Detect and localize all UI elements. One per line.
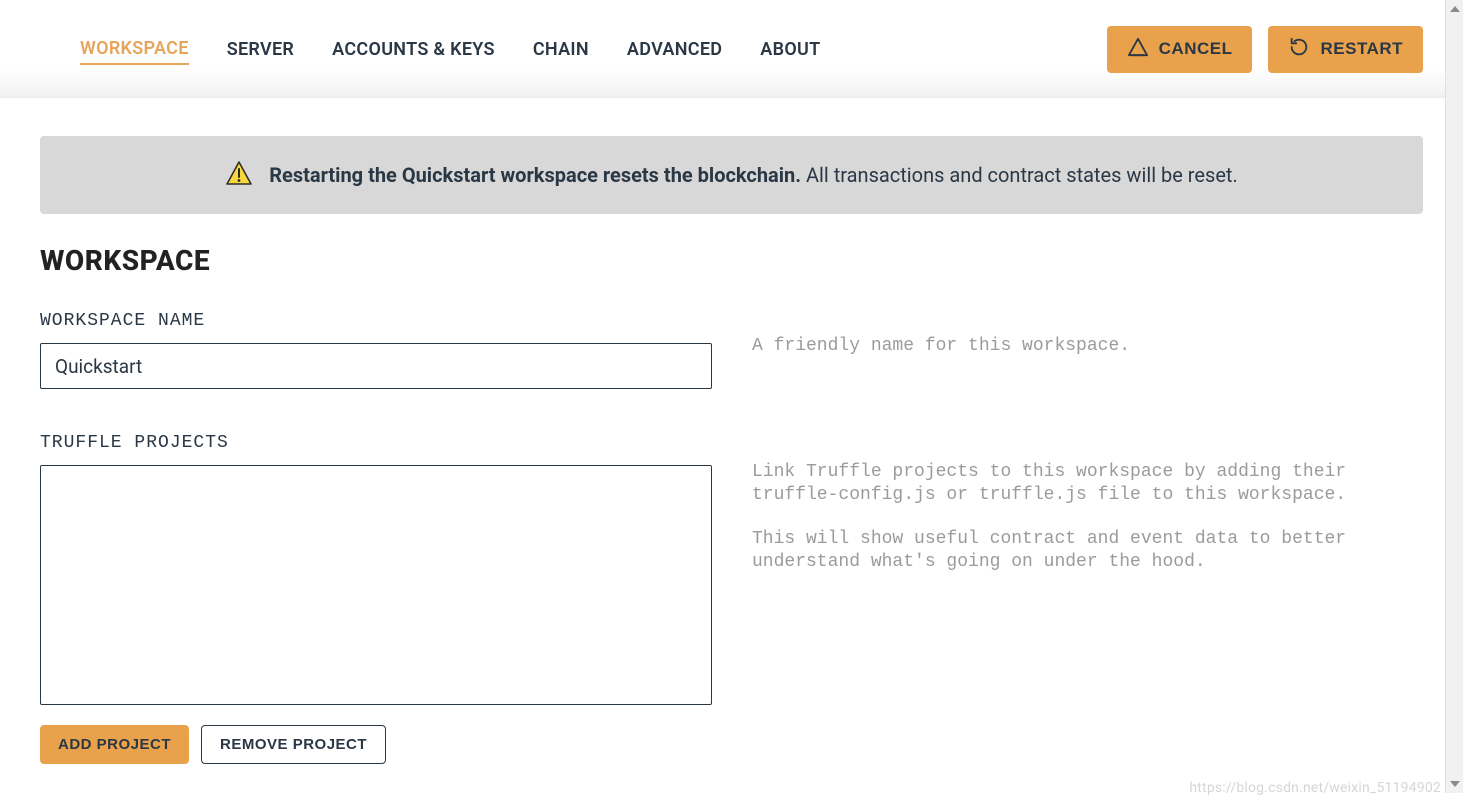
- scroll-down-arrow-icon[interactable]: [1446, 775, 1464, 793]
- add-project-button[interactable]: ADD PROJECT: [40, 725, 189, 764]
- truffle-projects-list[interactable]: [40, 465, 712, 705]
- scroll-up-arrow-icon[interactable]: [1446, 0, 1464, 18]
- cancel-button[interactable]: CANCEL: [1107, 26, 1253, 73]
- header-actions: CANCEL RESTART: [1107, 26, 1423, 73]
- content-area: Restarting the Quickstart workspace rese…: [0, 98, 1463, 804]
- tab-about[interactable]: ABOUT: [760, 35, 820, 64]
- warning-triangle-icon: [1127, 37, 1149, 62]
- notice-rest: All transactions and contract states wil…: [801, 163, 1238, 187]
- project-buttons: ADD PROJECT REMOVE PROJECT: [40, 725, 712, 764]
- vertical-scrollbar[interactable]: [1445, 0, 1463, 793]
- workspace-name-input[interactable]: [40, 343, 712, 389]
- workspace-name-helper: A friendly name for this workspace.: [752, 335, 1423, 358]
- notice-bold: Restarting the Quickstart workspace rese…: [269, 163, 801, 187]
- tab-workspace[interactable]: WORKSPACE: [80, 34, 189, 65]
- settings-header: WORKSPACE SERVER ACCOUNTS & KEYS CHAIN A…: [0, 0, 1463, 98]
- truffle-projects-label: TRUFFLE PROJECTS: [40, 433, 712, 453]
- tab-server[interactable]: SERVER: [227, 35, 294, 64]
- page-title: WORKSPACE: [40, 244, 1423, 277]
- tab-advanced[interactable]: ADVANCED: [627, 35, 722, 64]
- cancel-button-label: CANCEL: [1159, 39, 1233, 59]
- truffle-helper-1: Link Truffle projects to this workspace …: [752, 461, 1423, 508]
- restart-button[interactable]: RESTART: [1268, 26, 1423, 73]
- notice-text: Restarting the Quickstart workspace rese…: [269, 163, 1238, 187]
- truffle-projects-row: TRUFFLE PROJECTS ADD PROJECT REMOVE PROJ…: [40, 433, 1423, 764]
- warning-icon: [225, 160, 253, 190]
- restart-icon: [1288, 36, 1310, 63]
- restart-notice: Restarting the Quickstart workspace rese…: [40, 136, 1423, 214]
- remove-project-button[interactable]: REMOVE PROJECT: [201, 725, 386, 764]
- workspace-name-row: WORKSPACE NAME A friendly name for this …: [40, 311, 1423, 389]
- watermark-text: https://blog.csdn.net/weixin_51194902: [1189, 780, 1441, 796]
- truffle-helper-2: This will show useful contract and event…: [752, 528, 1423, 575]
- settings-tabs: WORKSPACE SERVER ACCOUNTS & KEYS CHAIN A…: [80, 34, 821, 65]
- restart-button-label: RESTART: [1320, 39, 1403, 59]
- tab-chain[interactable]: CHAIN: [533, 35, 589, 64]
- tab-accounts-keys[interactable]: ACCOUNTS & KEYS: [332, 35, 495, 64]
- workspace-name-label: WORKSPACE NAME: [40, 311, 712, 331]
- truffle-projects-helper: Link Truffle projects to this workspace …: [752, 461, 1423, 575]
